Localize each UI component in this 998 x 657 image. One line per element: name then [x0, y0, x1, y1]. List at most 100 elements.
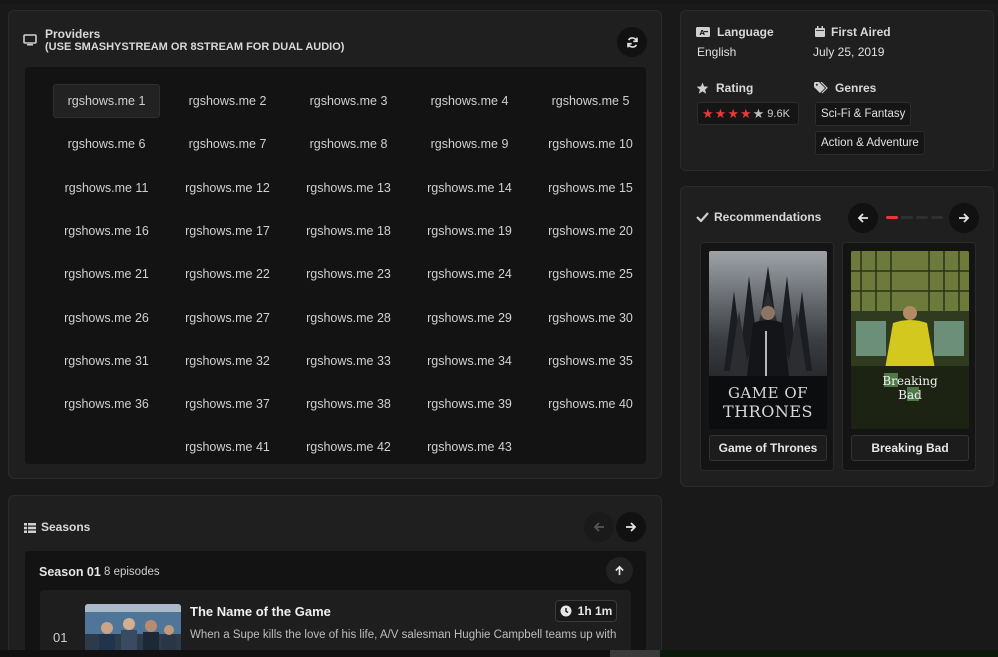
genre-tag[interactable]: Sci-Fi & Fantasy: [815, 102, 912, 126]
rating-star-icon: ★: [727, 106, 739, 121]
language-value: English: [697, 45, 737, 59]
provider-item[interactable]: rgshows.me 42: [295, 430, 402, 464]
pager-dot[interactable]: [931, 216, 943, 219]
provider-item[interactable]: rgshows.me 24: [416, 257, 523, 291]
provider-item[interactable]: rgshows.me 18: [295, 214, 402, 248]
seasons-next-button[interactable]: [616, 512, 646, 542]
provider-item[interactable]: rgshows.me 4: [416, 84, 523, 118]
language-label: Language: [717, 25, 774, 39]
recommendation-card[interactable]: GAME OF THRONES Game of Thrones: [700, 242, 834, 471]
provider-item[interactable]: rgshows.me 30: [537, 301, 644, 335]
provider-item[interactable]: rgshows.me 6: [53, 127, 160, 161]
episode-title: The Name of the Game: [190, 604, 331, 619]
provider-item[interactable]: rgshows.me 1: [53, 84, 160, 118]
provider-item[interactable]: rgshows.me 3: [295, 84, 402, 118]
recommendation-title[interactable]: Game of Thrones: [709, 435, 827, 461]
provider-item[interactable]: rgshows.me 21: [53, 257, 160, 291]
provider-item[interactable]: rgshows.me 37: [174, 387, 281, 421]
provider-item[interactable]: rgshows.me 22: [174, 257, 281, 291]
provider-item[interactable]: rgshows.me 7: [174, 127, 281, 161]
poster-text: Bad: [898, 388, 922, 402]
provider-item[interactable]: rgshows.me 29: [416, 301, 523, 335]
provider-item[interactable]: rgshows.me 9: [416, 127, 523, 161]
episode-duration: 1h 1m: [555, 600, 617, 622]
recommendations-prev-button[interactable]: [848, 203, 878, 233]
provider-item[interactable]: rgshows.me 28: [295, 301, 402, 335]
provider-item[interactable]: rgshows.me 38: [295, 387, 402, 421]
rating-star-icon: ★: [739, 106, 752, 121]
genres-label: Genres: [835, 81, 877, 95]
provider-item[interactable]: rgshows.me 36: [53, 387, 160, 421]
provider-item[interactable]: rgshows.me 25: [537, 257, 644, 291]
provider-item[interactable]: rgshows.me 41: [174, 430, 281, 464]
provider-item[interactable]: rgshows.me 5: [537, 84, 644, 118]
provider-item[interactable]: rgshows.me 20: [537, 214, 644, 248]
provider-item[interactable]: rgshows.me 31: [53, 344, 160, 378]
recommendations-next-button[interactable]: [949, 203, 979, 233]
provider-item[interactable]: rgshows.me 19: [416, 214, 523, 248]
poster-image[interactable]: Breaking Bad: [851, 251, 969, 429]
provider-item[interactable]: rgshows.me 43: [416, 430, 523, 464]
pager-dot[interactable]: [916, 216, 928, 219]
scrollbar-thumb[interactable]: [610, 650, 660, 657]
provider-item[interactable]: rgshows.me 39: [416, 387, 523, 421]
bottom-strip: [0, 650, 998, 657]
provider-item[interactable]: rgshows.me 11: [53, 171, 160, 205]
episode-card[interactable]: 01 The Name of the Game 1h 1m When a Sup…: [40, 590, 631, 657]
season-accordion: Season 01 8 episodes 01 The Name of the …: [25, 551, 646, 657]
provider-item[interactable]: rgshows.me 12: [174, 171, 281, 205]
poster-text: THRONES: [723, 402, 813, 421]
episode-duration-text: 1h 1m: [577, 604, 613, 618]
episode-description: When a Supe kills the love of his life, …: [190, 629, 617, 641]
provider-item[interactable]: rgshows.me 35: [537, 344, 644, 378]
provider-item[interactable]: rgshows.me 27: [174, 301, 281, 335]
provider-item[interactable]: rgshows.me 33: [295, 344, 402, 378]
recommendation-card[interactable]: Breaking Bad Breaking Bad: [842, 242, 976, 471]
show-info-panel: A Language English First Aired July 25, …: [680, 10, 994, 171]
carousel-pager: [886, 216, 943, 219]
provider-item[interactable]: rgshows.me 15: [537, 171, 644, 205]
collapse-season-button[interactable]: [606, 557, 633, 584]
pager-dot[interactable]: [901, 216, 913, 219]
seasons-title: Seasons: [41, 520, 91, 534]
rating-star-icon: ★: [752, 106, 765, 121]
seasons-prev-button[interactable]: [584, 512, 614, 542]
provider-item[interactable]: rgshows.me 17: [174, 214, 281, 248]
recommendations-title: Recommendations: [714, 210, 822, 224]
svg-text:A: A: [700, 29, 706, 37]
episode-number: 01: [53, 630, 68, 645]
providers-subtitle: (USE SMASHYSTREAM OR 8STREAM FOR DUAL AU…: [45, 41, 345, 53]
rating-count: 9.6K: [767, 107, 790, 120]
provider-item[interactable]: rgshows.me 34: [416, 344, 523, 378]
first-aired-label: First Aired: [831, 25, 891, 39]
provider-item[interactable]: rgshows.me 8: [295, 127, 402, 161]
provider-item[interactable]: rgshows.me 32: [174, 344, 281, 378]
providers-title: Providers: [45, 27, 101, 41]
clock-icon: [560, 605, 572, 617]
provider-item[interactable]: rgshows.me 13: [295, 171, 402, 205]
arrow-up-icon: [615, 565, 624, 576]
arrow-right-icon: [626, 522, 637, 532]
tags-icon: [814, 82, 828, 94]
provider-item[interactable]: rgshows.me 23: [295, 257, 402, 291]
season-name[interactable]: Season 01: [39, 565, 101, 579]
pager-dot[interactable]: [886, 216, 898, 219]
language-icon: A: [696, 27, 710, 37]
poster-image[interactable]: GAME OF THRONES: [709, 251, 827, 429]
provider-item[interactable]: rgshows.me 14: [416, 171, 523, 205]
provider-item[interactable]: rgshows.me 26: [53, 301, 160, 335]
recommendation-title[interactable]: Breaking Bad: [851, 435, 969, 461]
provider-item[interactable]: rgshows.me 16: [53, 214, 160, 248]
arrow-left-icon: [857, 213, 868, 223]
seasons-panel: Seasons Season 01 8 episodes 01 The Name…: [8, 495, 662, 657]
arrow-left-icon: [593, 522, 604, 532]
provider-item[interactable]: rgshows.me 40: [537, 387, 644, 421]
calendar-icon: [815, 26, 825, 37]
rating-badge: ★ ★ ★ ★ ★ 9.6K: [697, 102, 799, 125]
provider-item[interactable]: rgshows.me 10: [537, 127, 644, 161]
provider-item[interactable]: rgshows.me 2: [174, 84, 281, 118]
season-episode-count: 8 episodes: [104, 566, 160, 578]
genre-tag[interactable]: Action & Adventure: [815, 131, 925, 155]
poster-text: GAME OF: [728, 384, 808, 402]
refresh-button[interactable]: [617, 27, 647, 57]
